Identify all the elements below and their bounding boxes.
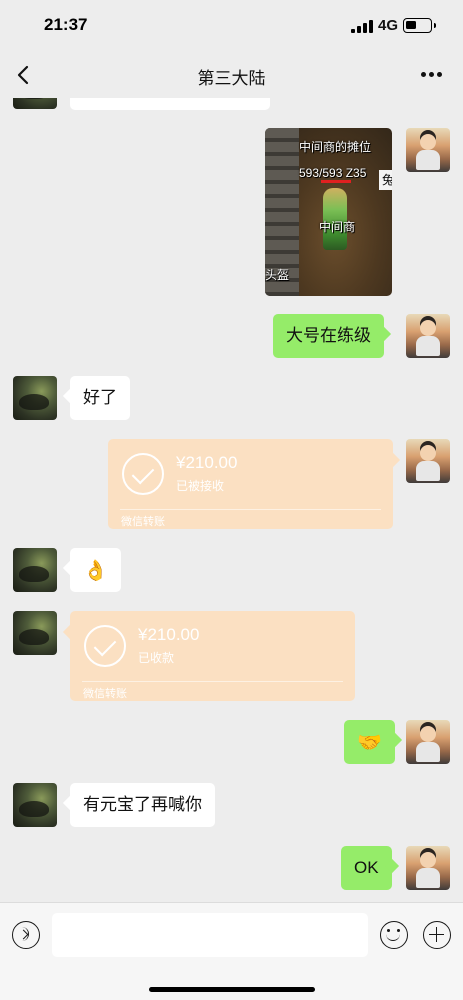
- input-bar: [0, 902, 463, 1000]
- status-bar: 21:37 4G: [0, 0, 463, 52]
- check-circle-icon: [84, 625, 126, 667]
- transfer-amount: ¥210.00: [176, 453, 238, 472]
- message-emoji-other: 👌: [70, 548, 121, 592]
- transfer-amount: ¥210.00: [138, 625, 200, 644]
- transfer-status: 已收款: [138, 651, 175, 665]
- avatar-self[interactable]: [406, 720, 450, 764]
- nav-bar: 第三大陆: [0, 52, 463, 98]
- message-bubble-self: 大号在练级: [273, 314, 384, 358]
- battery-nub: [434, 23, 436, 28]
- home-indicator: [149, 987, 315, 992]
- transfer-source: 微信转账: [83, 688, 127, 700]
- emoji-icon[interactable]: [380, 921, 408, 949]
- chat-area[interactable]: 中间商的摊位 593/593 Z35 中间商 兔 头盔 大号在练级 好了 ¥21…: [0, 98, 463, 902]
- network-label: 4G: [378, 17, 399, 34]
- game-stats: 593/593 Z35: [299, 166, 367, 180]
- message-emoji-self: 🤝: [344, 720, 395, 764]
- plus-icon[interactable]: [423, 921, 451, 949]
- voice-icon[interactable]: [12, 921, 40, 949]
- chat-title: 第三大陆: [197, 69, 266, 88]
- game-helmet-label: 头盔: [265, 268, 290, 282]
- battery-icon: [403, 18, 432, 33]
- avatar-other[interactable]: [13, 548, 57, 592]
- signal-icon: [351, 20, 373, 33]
- more-icon[interactable]: [421, 72, 443, 78]
- message-bubble-other: 有元宝了再喊你: [70, 783, 215, 827]
- message-input[interactable]: [52, 913, 368, 957]
- game-character-name: 中间商: [319, 220, 356, 234]
- game-screenshot-image[interactable]: 中间商的摊位 593/593 Z35 中间商 兔 头盔: [265, 128, 392, 296]
- message-bubble-self: OK: [341, 846, 392, 890]
- transfer-card-sent[interactable]: ¥210.00 已被接收 微信转账: [108, 439, 393, 529]
- avatar-other[interactable]: [13, 611, 57, 655]
- message-bubble-other: 好了: [70, 376, 130, 420]
- game-side-tag: 兔: [379, 170, 392, 190]
- transfer-status: 已被接收: [176, 479, 225, 493]
- avatar-other[interactable]: [13, 98, 57, 109]
- transfer-divider: [120, 509, 381, 510]
- transfer-source: 微信转账: [121, 516, 165, 528]
- avatar-self[interactable]: [406, 439, 450, 483]
- status-time: 21:37: [44, 15, 88, 34]
- message-bubble-partial: [70, 98, 270, 110]
- avatar-self[interactable]: [406, 128, 450, 172]
- transfer-card-received[interactable]: ¥210.00 已收款 微信转账: [70, 611, 355, 701]
- game-hp-bar: [321, 180, 351, 183]
- transfer-divider: [82, 681, 343, 682]
- avatar-self[interactable]: [406, 846, 450, 890]
- avatar-other[interactable]: [13, 376, 57, 420]
- game-stall-label: 中间商的摊位: [299, 140, 372, 154]
- check-circle-icon: [122, 453, 164, 495]
- avatar-self[interactable]: [406, 314, 450, 358]
- game-character: [323, 188, 347, 250]
- avatar-other[interactable]: [13, 783, 57, 827]
